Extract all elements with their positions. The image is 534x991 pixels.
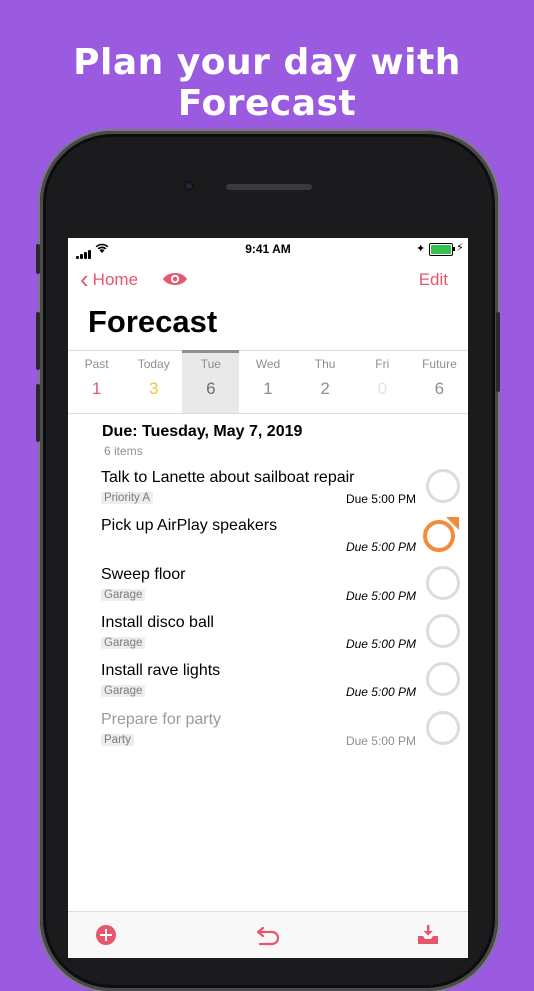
tab-label: Fri	[375, 357, 390, 371]
status-circle-icon[interactable]	[426, 614, 460, 648]
task-row[interactable]: Prepare for party Party Due 5:00 PM	[68, 709, 468, 757]
tab-count: 6	[206, 379, 216, 398]
tab-count: 3	[148, 379, 159, 398]
headline: Plan your day with Forecast	[73, 42, 461, 124]
task-title: Sweep floor	[101, 566, 186, 583]
flagged-status-circle-icon[interactable]	[422, 515, 462, 555]
inbox-download-icon[interactable]	[416, 924, 440, 946]
tab-label: Thu	[314, 357, 336, 371]
tab-count: 1	[91, 379, 102, 398]
task-row[interactable]: Talk to Lanette about sailboat repair Pri…	[68, 467, 468, 515]
task-due: Due 5:00 PM	[345, 492, 416, 506]
undo-icon[interactable]	[254, 924, 282, 946]
eye-icon[interactable]	[162, 270, 188, 288]
task-tag: Party	[101, 734, 134, 746]
task-due: Due 5:00 PM	[345, 685, 416, 699]
task-row[interactable]: Install rave lights Garage Due 5:00 PM	[68, 660, 468, 708]
tab-label: Past	[84, 357, 109, 371]
navigation-bar: ‹ Home Edit	[68, 263, 468, 298]
power-button	[496, 312, 500, 392]
tab-future[interactable]: Future 6	[411, 351, 468, 413]
task-due: Due 5:00 PM	[345, 589, 416, 603]
app-screen: 9:41 AM ✦ ⚡ ‹ Home Edit Forecast Past 1 To…	[68, 238, 468, 958]
tab-past[interactable]: Past 1	[68, 351, 125, 413]
tab-tue[interactable]: Tue 6	[182, 350, 240, 413]
status-time: 9:41 AM	[245, 242, 291, 256]
task-due: Due 5:00 PM	[345, 734, 416, 748]
task-row[interactable]: Pick up AirPlay speakers Due 5:00 PM	[68, 515, 468, 563]
bottom-toolbar	[68, 911, 468, 958]
edit-button[interactable]: Edit	[419, 270, 448, 290]
task-title: Pick up AirPlay speakers	[101, 517, 278, 534]
task-tag: Garage	[101, 589, 146, 601]
battery-icon	[429, 243, 455, 256]
task-tag: Garage	[101, 685, 146, 697]
charging-icon: ⚡	[456, 242, 464, 254]
status-circle-icon[interactable]	[426, 662, 460, 696]
status-circle-icon[interactable]	[426, 711, 460, 745]
volume-up-button	[36, 312, 40, 370]
tab-thu[interactable]: Thu 2	[297, 351, 354, 413]
tab-label: Future	[422, 357, 457, 371]
back-button[interactable]: ‹ Home	[80, 263, 139, 294]
tab-count: 1	[263, 379, 273, 398]
tab-wed[interactable]: Wed 1	[239, 351, 296, 413]
tab-today[interactable]: Today 3	[125, 351, 182, 413]
task-title: Install disco ball	[101, 614, 214, 631]
tab-label: Wed	[255, 357, 281, 371]
task-tag: Garage	[101, 637, 146, 649]
back-chevron-icon: ‹	[80, 263, 89, 294]
task-due: Due 5:00 PM	[345, 540, 416, 554]
tab-label: Tue	[200, 357, 221, 371]
volume-down-button	[36, 384, 40, 442]
section-title: Due: Tuesday, May 7, 2019	[102, 423, 303, 440]
task-due: Due 5:00 PM	[345, 637, 416, 651]
section-count: 6 items	[104, 444, 143, 458]
task-tag: Priority A	[101, 492, 154, 504]
earpiece-speaker	[226, 184, 312, 190]
tab-count: 6	[434, 379, 445, 398]
forecast-day-tabs: Past 1 Today 3 Tue 6 Wed 1 Thu 2 Fri 0 Future 6	[68, 350, 468, 414]
status-circle-icon[interactable]	[426, 566, 460, 600]
tab-label: Today	[137, 357, 170, 371]
back-label: Home	[92, 270, 139, 289]
task-row[interactable]: Sweep floor Garage Due 5:00 PM	[68, 564, 468, 612]
add-circle-icon[interactable]	[95, 924, 117, 946]
mute-switch	[36, 244, 40, 274]
task-title: Talk to Lanette about sailboat repair	[101, 469, 355, 486]
tab-count: 0	[377, 379, 387, 398]
status-circle-icon[interactable]	[426, 469, 460, 503]
tab-fri[interactable]: Fri 0	[354, 351, 411, 413]
front-camera	[184, 181, 194, 191]
page-title: Forecast	[88, 304, 218, 339]
task-row[interactable]: Install disco ball Garage Due 5:00 PM	[68, 612, 468, 660]
task-title: Install rave lights	[101, 662, 221, 679]
bluetooth-icon: ✦	[416, 243, 426, 255]
status-bar: 9:41 AM ✦ ⚡	[68, 238, 468, 260]
task-title: Prepare for party	[101, 711, 222, 728]
tab-count: 2	[320, 379, 330, 398]
